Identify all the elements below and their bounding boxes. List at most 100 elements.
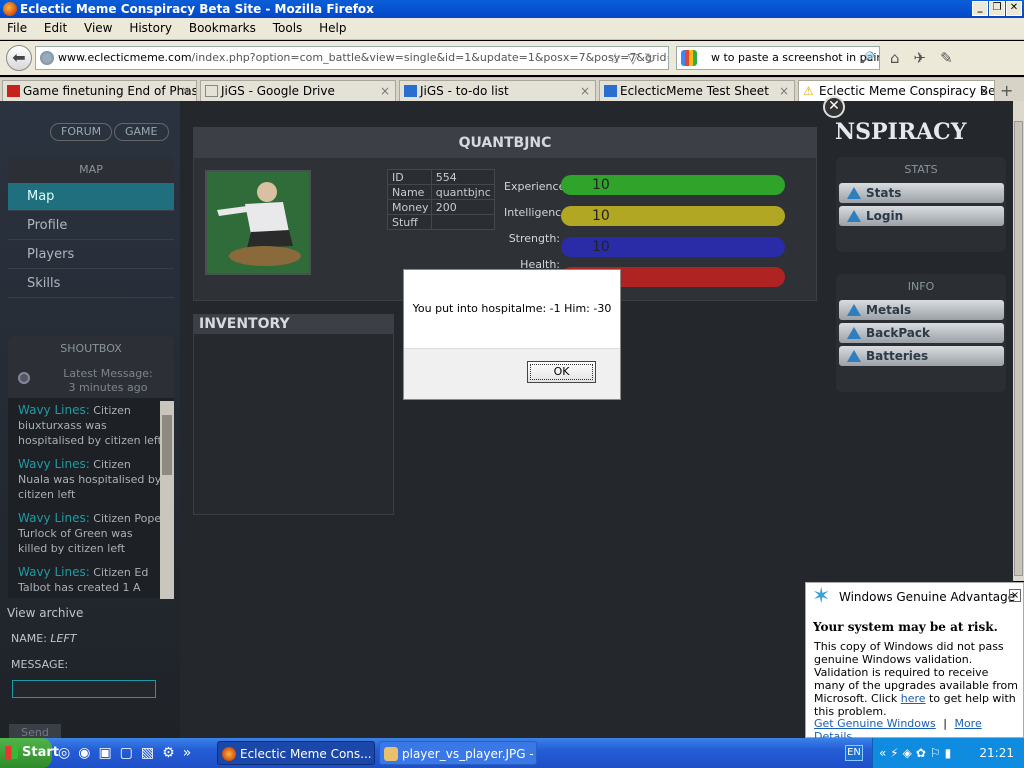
backpack-button-label: BackPack — [866, 326, 931, 340]
close-tab-icon[interactable]: × — [779, 81, 789, 101]
experience-bar: 10 — [561, 175, 785, 195]
url-host: www.eclecticmeme.com — [58, 51, 192, 64]
firefox-quick-icon[interactable]: ◉ — [78, 745, 98, 761]
metals-button[interactable]: Metals — [839, 300, 1004, 320]
sidebar-item-map[interactable]: Map — [8, 183, 174, 211]
bookmark-star-icon[interactable]: ☆ — [609, 51, 628, 67]
latest-message-box: Latest Message: 3 minutes ago — [8, 362, 174, 398]
table-row: Money 200 — [387, 199, 496, 215]
minimize-button[interactable]: _ — [972, 1, 988, 16]
firefox-icon — [222, 747, 236, 761]
task-label: player_vs_player.JPG - P... — [402, 747, 536, 761]
close-tab-icon[interactable]: × — [979, 81, 989, 101]
language-indicator[interactable]: EN — [845, 745, 863, 761]
search-magnifier-icon[interactable]: 🔎 — [861, 47, 875, 69]
tab-label: EclecticMeme Test Sheet — [620, 84, 769, 98]
tab-label: JiGS - to-do list — [420, 84, 509, 98]
strength-label: Strength: — [508, 232, 560, 245]
message-input[interactable] — [12, 680, 156, 698]
menu-help[interactable]: Help — [312, 18, 352, 35]
tab-gmail[interactable]: Game finetuning End of Phase ... × — [2, 80, 197, 102]
menu-history[interactable]: History — [122, 18, 178, 35]
dropdown-arrow-icon[interactable]: ▽ — [627, 51, 644, 67]
reload-icon[interactable]: ↻ — [644, 51, 662, 67]
search-input[interactable]: w to paste a screenshot in paint 🔎 — [676, 46, 880, 70]
sidebar-item-skills[interactable]: Skills — [8, 270, 174, 298]
list-item: Wavy Lines: Citizen Pope Turlock of Gree… — [8, 506, 174, 560]
shout-author[interactable]: Wavy Lines: — [18, 511, 90, 525]
experience-label: Experience: — [504, 180, 570, 193]
paint-icon — [384, 747, 398, 761]
google-icon[interactable] — [681, 50, 697, 66]
close-tab-icon[interactable]: × — [181, 81, 191, 101]
wga-close-button[interactable]: × — [1009, 589, 1021, 602]
maximize-button[interactable]: ❐ — [989, 1, 1005, 16]
ie-icon[interactable]: ◎ — [58, 745, 78, 761]
addon-icon[interactable]: ✈ — [914, 49, 941, 67]
avatar — [205, 170, 311, 275]
shout-author[interactable]: Wavy Lines: — [18, 403, 90, 417]
refresh-icon[interactable] — [18, 372, 30, 384]
tray-icons[interactable]: ⚡◈✿⚐▮ — [890, 746, 955, 760]
menu-view[interactable]: View — [77, 18, 118, 35]
ok-button[interactable]: OK — [527, 361, 596, 383]
name-value: LEFT — [50, 632, 77, 645]
tab-todo-list[interactable]: JiGS - to-do list × — [399, 80, 596, 102]
close-overlay-icon[interactable]: ✕ — [823, 96, 845, 118]
network-tool-icon[interactable]: ⚙ — [162, 745, 183, 761]
tab-google-drive[interactable]: JiGS - Google Drive × — [200, 80, 396, 102]
site-logo: NSPIRACY — [835, 119, 967, 145]
start-button[interactable]: Start — [0, 738, 59, 768]
menu-tools[interactable]: Tools — [266, 18, 309, 35]
send-button[interactable]: Send — [9, 724, 61, 738]
back-button[interactable]: ⬅ — [6, 45, 32, 71]
arrow-icon — [847, 327, 861, 339]
shout-author[interactable]: Wavy Lines: — [18, 457, 90, 471]
navigation-toolbar: ⬅ www.eclecticmeme.com/index.php?option=… — [0, 41, 1024, 75]
tab-test-sheet[interactable]: EclecticMeme Test Sheet × — [599, 80, 795, 102]
get-genuine-link[interactable]: Get Genuine Windows — [814, 717, 936, 730]
task-firefox[interactable]: Eclectic Meme Cons... — [217, 741, 375, 765]
close-tab-icon[interactable]: × — [580, 81, 590, 101]
table-row: ID 554 — [387, 169, 496, 185]
scrollbar-thumb[interactable] — [1014, 121, 1023, 576]
sidebar-item-players[interactable]: Players — [8, 241, 174, 269]
game-button[interactable]: GAME — [114, 123, 169, 141]
home-icon[interactable]: ⌂ — [890, 49, 914, 67]
stat-key: Stuff — [387, 214, 432, 230]
sidebar-item-profile[interactable]: Profile — [8, 212, 174, 240]
menu-edit[interactable]: Edit — [37, 18, 73, 35]
site-identity-icon[interactable] — [40, 51, 54, 65]
login-button[interactable]: Login — [839, 206, 1004, 226]
app-icon[interactable]: ▧ — [141, 745, 162, 761]
player-name: QUANTBJNC — [194, 128, 816, 158]
tray-expand-icon[interactable]: « — [873, 746, 886, 760]
stats-panel-header: STATS — [904, 163, 938, 176]
notepad-icon[interactable]: ▢ — [120, 745, 141, 761]
stats-button[interactable]: Stats — [839, 183, 1004, 203]
more-chevron-icon[interactable]: » — [183, 745, 200, 761]
menu-bookmarks[interactable]: Bookmarks — [182, 18, 262, 35]
close-tab-icon[interactable]: × — [380, 81, 390, 101]
menu-file[interactable]: File — [0, 18, 33, 35]
inventory-header: INVENTORY — [194, 315, 393, 334]
new-tab-icon[interactable]: + — [1000, 81, 1013, 100]
forum-button[interactable]: FORUM — [50, 123, 113, 141]
task-paint[interactable]: player_vs_player.JPG - P... — [379, 741, 537, 765]
window-title: Eclectic Meme Conspiracy Beta Site - Moz… — [20, 2, 374, 16]
backpack-button[interactable]: BackPack — [839, 323, 1004, 343]
page-scrollbar[interactable] — [1013, 101, 1024, 581]
scrollbar-thumb[interactable] — [162, 415, 172, 475]
tools-icon[interactable]: ✎ — [940, 49, 967, 67]
info-panel: INFO Metals BackPack Batteries — [836, 274, 1006, 392]
close-window-button[interactable]: ✕ — [1006, 1, 1022, 16]
latest-message-label: Latest Message: — [63, 367, 153, 380]
wga-here-link[interactable]: here — [901, 692, 926, 705]
shoutbox-scrollbar[interactable] — [160, 401, 174, 599]
filezilla-icon[interactable]: ▣ — [98, 745, 119, 761]
view-archive-link[interactable]: View archive — [7, 606, 83, 620]
shout-author[interactable]: Wavy Lines: — [18, 565, 90, 579]
inventory-panel: INVENTORY — [193, 314, 394, 515]
url-bar[interactable]: www.eclecticmeme.com/index.php?option=co… — [35, 46, 669, 70]
batteries-button[interactable]: Batteries — [839, 346, 1004, 366]
